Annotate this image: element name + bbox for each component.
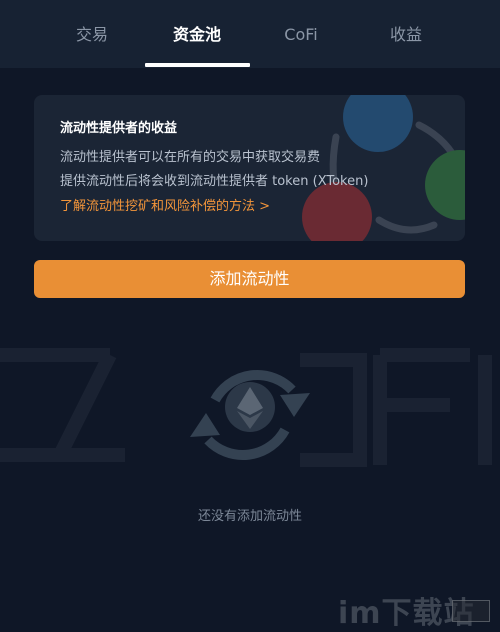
tab-cofi[interactable]: CoFi xyxy=(246,0,356,68)
tab-earnings[interactable]: 收益 xyxy=(351,0,461,68)
tab-trade[interactable]: 交易 xyxy=(37,0,147,68)
card-description-2: 提供流动性后将会收到流动性提供者 token (XToken) xyxy=(60,174,369,189)
card-description-1: 流动性提供者可以在所有的交易中获取交易费 xyxy=(60,150,321,165)
active-tab-indicator xyxy=(145,63,250,67)
tab-bar: 交易 资金池 CoFi 收益 xyxy=(0,0,500,68)
liquidity-info-card: 流动性提供者的收益 流动性提供者可以在所有的交易中获取交易费 提供流动性后将会收… xyxy=(34,95,465,241)
ethereum-swap-icon xyxy=(190,370,310,460)
card-title: 流动性提供者的收益 xyxy=(60,121,178,136)
empty-state-text: 还没有添加流动性 xyxy=(197,509,302,524)
add-liquidity-button[interactable]: 添加流动性 xyxy=(34,260,465,298)
watermark-logo-icon xyxy=(452,600,490,622)
tab-liquidity-pool[interactable]: 资金池 xyxy=(142,0,252,68)
learn-more-link[interactable]: 了解流动性挖矿和风险补偿的方法 > xyxy=(60,195,270,214)
